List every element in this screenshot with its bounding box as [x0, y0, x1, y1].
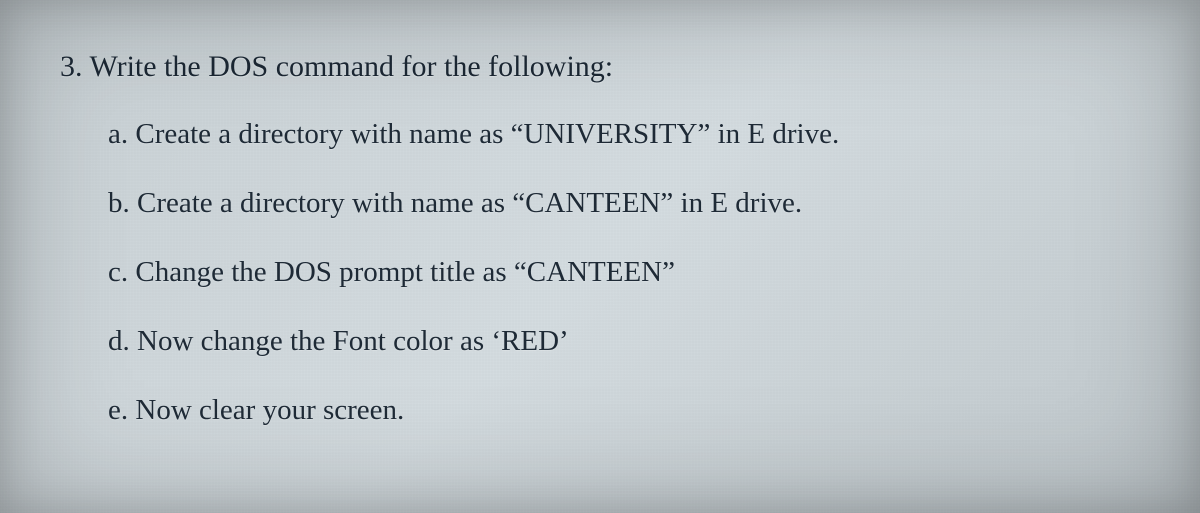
sub-items-list: a. Create a directory with name as “UNIV…: [60, 112, 1150, 433]
question-block: 3. Write the DOS command for the followi…: [0, 0, 1200, 483]
sub-item-c: c. Change the DOS prompt title as “CANTE…: [108, 250, 1150, 295]
sub-item-e: e. Now clear your screen.: [108, 388, 1150, 433]
sub-item-b: b. Create a directory with name as “CANT…: [108, 181, 1150, 226]
sub-item-a: a. Create a directory with name as “UNIV…: [108, 112, 1150, 157]
question-heading: 3. Write the DOS command for the followi…: [60, 50, 1150, 84]
sub-item-d: d. Now change the Font color as ‘RED’: [108, 319, 1150, 364]
